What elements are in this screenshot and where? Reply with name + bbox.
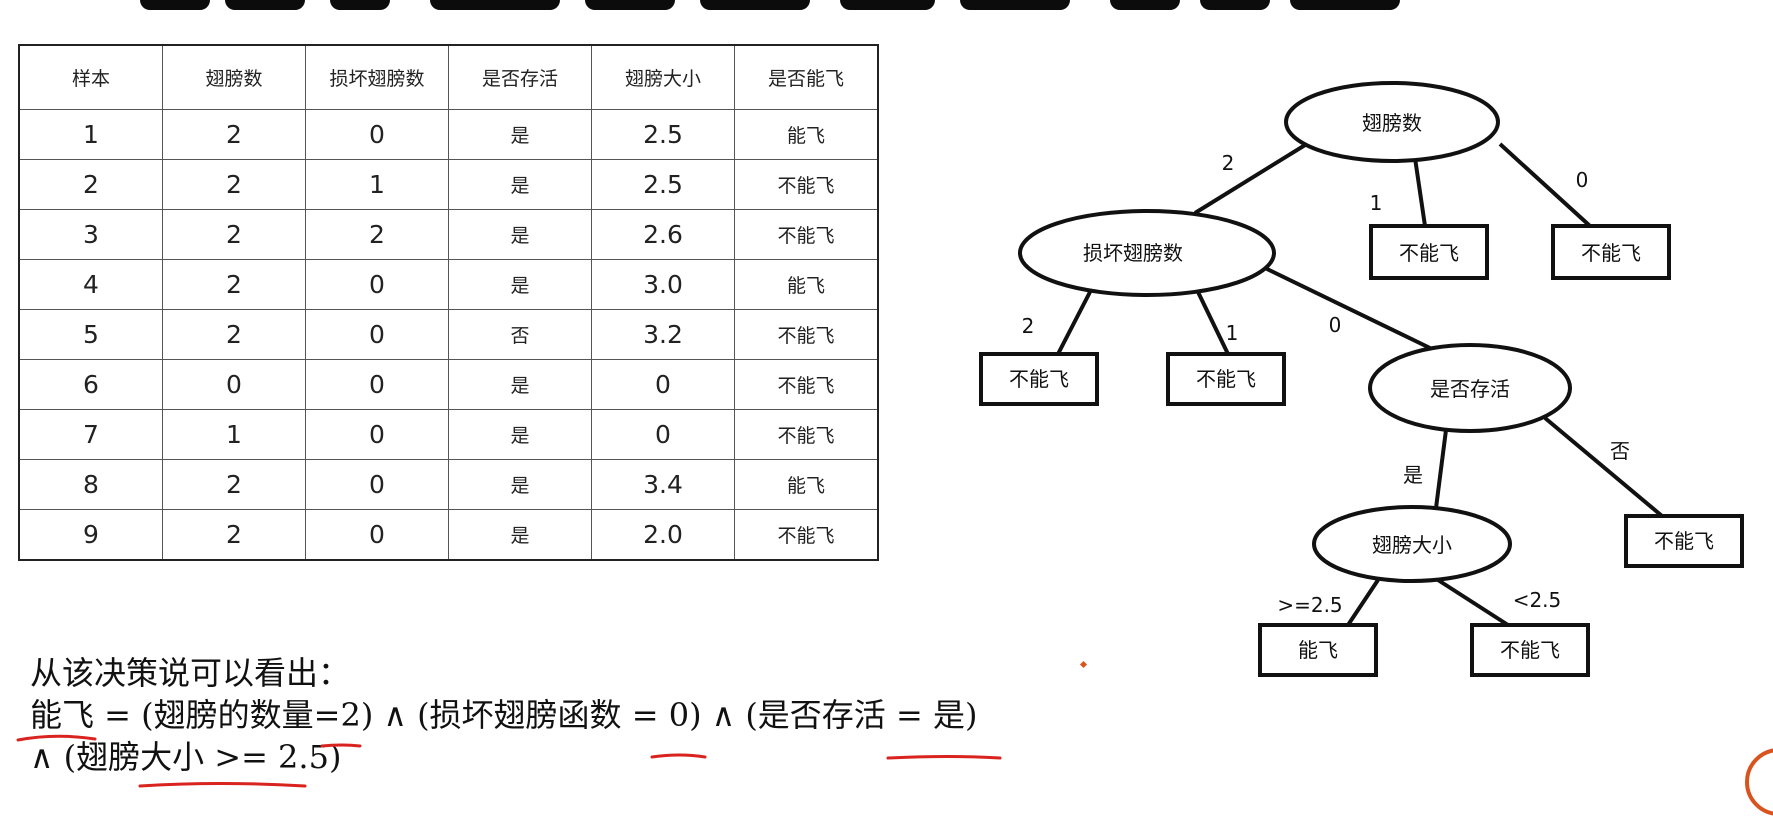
edge-survived-no-label: 否 [1610,439,1630,463]
leaf-damaged-2-label: 不能飞 [1009,367,1069,391]
conclusion-rule: 能飞 = (翅膀的数量=2) ∧ (损坏翅膀函数 = 0) ∧ (是否存活 = … [30,696,978,734]
edge-size-lt [1436,578,1510,627]
edge-damaged-2 [1056,291,1092,355]
leaf-damaged-1-label: 不能飞 [1196,367,1256,391]
leaf-wings-1-label: 不能飞 [1399,241,1459,265]
edge-survived-yes [1434,429,1448,509]
conclusion-block: 从该决策说可以看出： 能飞 = (翅膀的数量=2) ∧ (损坏翅膀函数 = 0)… [30,652,977,778]
edge-root-0-label: 0 [1576,168,1589,192]
node-root-label: 翅膀数 [1362,111,1422,135]
leaf-wings-0-label: 不能飞 [1581,241,1641,265]
edge-survived-yes-label: 是 [1403,463,1423,487]
edge-size-lt-label: <2.5 [1513,588,1562,612]
edge-root-2 [1193,140,1312,215]
leaf-survived-no-label: 不能飞 [1654,529,1714,553]
edge-damaged-1 [1196,291,1230,355]
leaf-size-lt-label: 不能飞 [1500,638,1560,662]
edge-damaged-0-label: 0 [1329,313,1342,337]
edge-root-2-label: 2 [1222,151,1235,175]
node-wing-size-label: 翅膀大小 [1372,533,1452,557]
edge-damaged-2-label: 2 [1022,314,1035,338]
edge-root-1 [1413,157,1427,227]
edge-root-1-label: 1 [1370,191,1383,215]
conclusion-intro: 从该决策说可以看出： [30,654,351,692]
edge-size-ge-label: >=2.5 [1277,593,1342,617]
node-survived-label: 是否存活 [1430,377,1510,401]
edge-survived-no [1543,416,1664,518]
conclusion-rule-continued: ∧ (翅膀大小 >= 2.5) [30,738,342,776]
edge-damaged-1-label: 1 [1226,321,1239,345]
node-damaged-label: 损坏翅膀数 [1083,241,1183,265]
leaf-size-ge-label: 能飞 [1298,638,1338,662]
edge-size-ge [1346,578,1380,627]
